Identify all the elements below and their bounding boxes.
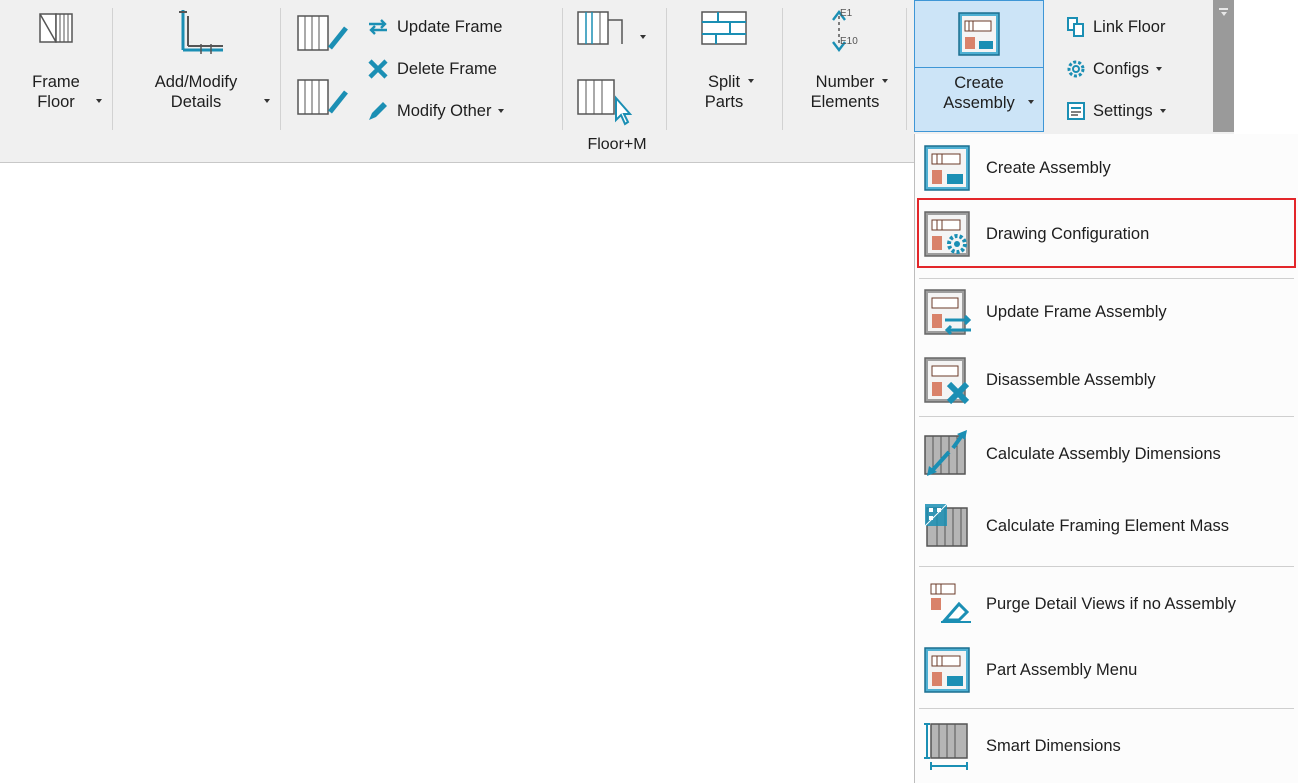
configs-button[interactable]: Configs — [1066, 52, 1162, 86]
delete-frame-button[interactable]: Delete Frame — [366, 52, 497, 86]
pencil-icon — [369, 102, 387, 120]
menu-item-label: Part Assembly Menu — [986, 660, 1138, 679]
create-assembly-label-1: Create — [954, 74, 1004, 92]
link-floor-icon — [1067, 17, 1084, 37]
add-modify-label-1: Add/Modify — [154, 73, 238, 91]
number-tag-start: E1 — [840, 8, 853, 19]
delete-frame-label: Delete Frame — [397, 59, 497, 78]
menu-item-label: Calculate Assembly Dimensions — [986, 444, 1221, 463]
menu-item-smart-dimensions[interactable]: Smart Dimensions — [919, 716, 1297, 776]
add-modify-details-button[interactable]: Add/Modify Details — [122, 0, 270, 132]
chevron-down-icon — [1155, 67, 1162, 71]
split-parts-label-2: Parts — [704, 93, 744, 111]
ribbon-panel-expander[interactable] — [1213, 0, 1234, 132]
menu-item-disassemble-assembly[interactable]: Disassemble Assembly — [919, 350, 1297, 410]
create-assembly-icon — [958, 12, 1000, 56]
purge-views-icon — [919, 576, 981, 632]
update-arrows-icon — [369, 19, 387, 35]
add-modify-label-2: Details — [170, 93, 222, 111]
menu-item-label: Update Frame Assembly — [986, 302, 1167, 321]
chevron-down-icon — [882, 79, 888, 83]
settings-panel-icon — [1067, 102, 1085, 120]
menu-item-label: Disassemble Assembly — [986, 370, 1156, 389]
number-elements-label-2: Elements — [810, 93, 880, 111]
frame-floor-label-1: Frame — [32, 73, 80, 91]
link-floor-label: Link Floor — [1093, 17, 1166, 36]
select-frame-button[interactable] — [574, 74, 644, 126]
update-frame-button[interactable]: Update Frame — [366, 10, 502, 44]
menu-item-purge-detail-views[interactable]: Purge Detail Views if no Assembly — [919, 574, 1297, 634]
modify-other-label: Modify Other — [397, 101, 492, 120]
frame-floor-label-2: Floor — [37, 93, 75, 111]
modify-other-button[interactable]: Modify Other — [366, 94, 505, 128]
chevron-down-icon — [498, 109, 505, 113]
menu-item-update-frame-assembly[interactable]: Update Frame Assembly — [919, 282, 1297, 342]
menu-item-label: Drawing Configuration — [986, 224, 1150, 243]
menu-item-create-assembly[interactable]: Create Assembly — [919, 138, 1297, 198]
menu-item-label: Purge Detail Views if no Assembly — [986, 594, 1237, 613]
menu-item-label: Calculate Framing Element Mass — [986, 516, 1230, 535]
create-assembly-dropdown-menu: Create Assembly Drawing Configuration Up… — [914, 134, 1298, 783]
create-assembly-icon — [919, 140, 981, 196]
disassemble-assembly-icon — [919, 352, 981, 408]
gear-icon — [1067, 60, 1085, 78]
modify-wall-icon — [297, 79, 348, 115]
chevron-down-icon — [640, 35, 646, 39]
split-parts-icon — [701, 11, 747, 45]
create-assembly-button[interactable]: Create Assembly — [914, 0, 1044, 132]
part-assembly-icon — [919, 642, 981, 698]
number-elements-button[interactable]: E1 E10 Number Elements — [792, 0, 898, 132]
update-frame-label: Update Frame — [397, 17, 503, 36]
select-frame-icon — [577, 79, 633, 126]
calculate-mass-icon — [919, 498, 981, 554]
split-parts-label-1: Split — [707, 73, 741, 91]
menu-item-label: Smart Dimensions — [986, 736, 1121, 755]
update-assembly-icon — [919, 284, 981, 340]
split-parts-button[interactable]: Split Parts — [676, 0, 772, 132]
menu-item-drawing-configuration[interactable]: Drawing Configuration — [919, 204, 1297, 264]
chevron-down-icon[interactable] — [1028, 100, 1034, 104]
chevron-down-icon — [748, 79, 754, 83]
wall-panel-icon — [577, 11, 623, 45]
frame-type-dropdown[interactable] — [574, 6, 654, 56]
calculate-dimensions-icon — [919, 426, 981, 482]
drawing-configuration-icon — [919, 206, 981, 262]
link-floor-button[interactable]: Link Floor — [1066, 10, 1165, 44]
frame-floor-button[interactable]: Frame Floor — [8, 0, 104, 132]
chevron-down-icon — [1159, 109, 1166, 113]
add-modify-details-icon — [179, 10, 223, 54]
frame-floor-icon — [39, 13, 73, 43]
chevron-down-icon — [96, 99, 102, 103]
settings-button[interactable]: Settings — [1066, 94, 1166, 128]
menu-item-calculate-framing-element-mass[interactable]: Calculate Framing Element Mass — [919, 496, 1297, 556]
number-tag-end: E10 — [840, 36, 858, 47]
settings-label: Settings — [1093, 101, 1153, 120]
update-frame-wall-icon — [297, 15, 348, 51]
chevron-down-icon — [264, 99, 270, 103]
configs-label: Configs — [1093, 59, 1149, 78]
menu-item-label: Create Assembly — [986, 158, 1111, 177]
create-assembly-label-2: Assembly — [943, 94, 1015, 112]
menu-item-calculate-assembly-dimensions[interactable]: Calculate Assembly Dimensions — [919, 424, 1297, 484]
menu-item-part-assembly-menu[interactable]: Part Assembly Menu — [919, 640, 1297, 700]
smart-dimensions-icon — [919, 718, 981, 774]
delete-x-icon — [368, 59, 388, 79]
